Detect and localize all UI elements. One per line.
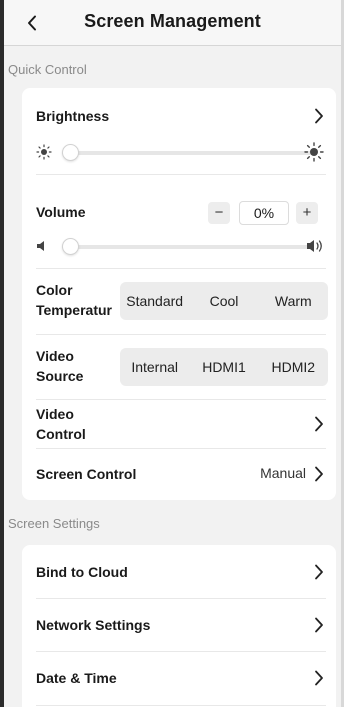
brightness-track (62, 151, 314, 155)
video-source-label-line2: Source (36, 368, 84, 384)
settings-item-date-time[interactable]: Date & Time (22, 652, 336, 705)
screen-control-value: Manual (260, 465, 306, 481)
top-bar: Screen Management (4, 0, 341, 46)
screen-control-label: Screen Control (36, 466, 137, 482)
color-temperature-label-line1: Color (36, 282, 73, 298)
quick-control-card: Brightness Volume − 0% + Color Temperatu… (22, 88, 336, 500)
volume-slider[interactable] (22, 234, 336, 260)
section-label-screen-settings: Screen Settings (8, 516, 100, 531)
section-label-quick-control: Quick Control (8, 62, 87, 77)
chevron-right-icon (315, 564, 323, 580)
video-control-label: Video Control (36, 404, 86, 444)
divider (36, 334, 326, 335)
volume-increase-button[interactable]: + (296, 202, 318, 224)
video-source-label: Video Source (36, 346, 83, 386)
brightness-slider[interactable] (22, 140, 336, 166)
page-title: Screen Management (84, 11, 261, 31)
sun-small-icon (36, 144, 52, 160)
video-control-row[interactable]: Video Control (22, 400, 336, 448)
divider (36, 268, 326, 269)
settings-item-label: Date & Time (36, 670, 117, 686)
video-control-label-line2: Control (36, 426, 86, 442)
chevron-right-icon (315, 466, 323, 482)
sun-large-icon (304, 142, 324, 162)
volume-track (62, 245, 314, 249)
chevron-right-icon (315, 108, 323, 124)
chevron-right-icon (315, 416, 323, 432)
volume-decrease-button[interactable]: − (208, 202, 230, 224)
volume-value: 0% (239, 201, 289, 225)
screen-settings-card: Bind to Cloud Network Settings Date & Ti… (22, 545, 336, 707)
settings-item-label: Network Settings (36, 617, 151, 633)
color-temperature-label-line2: Temperatur (36, 302, 112, 318)
brightness-thumb[interactable] (62, 144, 79, 161)
volume-thumb[interactable] (62, 238, 79, 255)
video-source-selector: Internal HDMI1 HDMI2 (120, 348, 328, 386)
video-source-option-hdmi2[interactable]: HDMI2 (259, 348, 328, 386)
video-source-label-line1: Video (36, 348, 74, 364)
color-temp-option-warm[interactable]: Warm (259, 282, 328, 320)
color-temp-option-cool[interactable]: Cool (189, 282, 258, 320)
settings-item-bind-to-cloud[interactable]: Bind to Cloud (22, 545, 336, 598)
divider (36, 174, 326, 175)
video-source-option-hdmi1[interactable]: HDMI1 (189, 348, 258, 386)
speaker-loud-icon (307, 240, 322, 252)
settings-item-network-settings[interactable]: Network Settings (22, 599, 336, 651)
color-temp-option-standard[interactable]: Standard (120, 282, 189, 320)
window-edge-left (0, 0, 4, 707)
video-source-option-internal[interactable]: Internal (120, 348, 189, 386)
chevron-right-icon (315, 670, 323, 686)
volume-label: Volume (36, 204, 86, 220)
screen-control-row[interactable]: Screen Control Manual (22, 449, 336, 499)
divider (36, 705, 326, 706)
brightness-row[interactable]: Brightness (22, 88, 336, 128)
brightness-label: Brightness (36, 108, 110, 124)
video-control-label-line1: Video (36, 406, 74, 422)
speaker-mute-icon (37, 241, 44, 251)
color-temperature-label: Color Temperatur (36, 280, 112, 320)
settings-item-label: Bind to Cloud (36, 564, 128, 580)
chevron-right-icon (315, 617, 323, 633)
color-temperature-selector: Standard Cool Warm (120, 282, 328, 320)
